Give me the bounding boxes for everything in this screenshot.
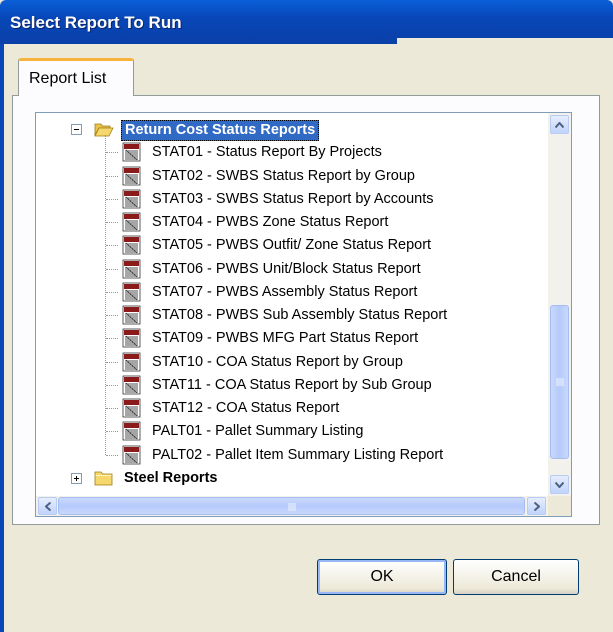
tree-report-item[interactable]: STAT03 - SWBS Status Report by Accounts: [36, 188, 548, 211]
folder-icon: [94, 470, 114, 486]
tree-report-item[interactable]: STAT09 - PWBS MFG Part Status Report: [36, 327, 548, 350]
report-icon: [122, 235, 142, 255]
expand-icon[interactable]: [71, 472, 82, 484]
tree-folder[interactable]: Return Cost Status Reports: [36, 118, 548, 141]
tree-connector: [105, 135, 106, 455]
tree-connector: [106, 408, 118, 409]
cancel-button[interactable]: Cancel: [453, 559, 579, 595]
tree-report-item[interactable]: STAT12 - COA Status Report: [36, 397, 548, 420]
tree-report-label: PALT01 - Pallet Summary Listing: [152, 423, 364, 440]
tree-connector: [106, 431, 118, 433]
report-icon: [122, 212, 142, 232]
chevron-up-icon: [555, 121, 564, 128]
tree-connector: [106, 361, 118, 363]
vertical-scroll-thumb[interactable]: [550, 305, 569, 459]
tree-report-label: STAT06 - PWBS Unit/Block Status Report: [152, 260, 421, 277]
tree-folder[interactable]: Steel Reports: [36, 467, 548, 490]
tree-report-label: STAT12 - COA Status Report: [152, 400, 340, 416]
chevron-right-icon: [533, 501, 540, 511]
tree-connector: [106, 175, 118, 177]
tree-connector: [106, 198, 118, 200]
report-icon: [122, 305, 142, 325]
tree-connector: [106, 384, 118, 386]
horizontal-scroll-thumb[interactable]: [58, 497, 525, 515]
grip-icon: [288, 503, 296, 511]
scroll-up-button[interactable]: [550, 115, 569, 134]
tree-report-item[interactable]: STAT10 - COA Status Report by Group: [36, 351, 548, 374]
report-icon: [122, 328, 142, 348]
report-tree[interactable]: Return Cost Status Reports STAT01 - Statu…: [35, 112, 572, 517]
scrollbar-corner: [548, 496, 571, 516]
tree-folder-label: Steel Reports: [124, 469, 218, 486]
tree-connector: [106, 268, 118, 270]
tree-report-label: STAT11 - COA Status Report by Sub Group: [152, 376, 432, 393]
tree-report-item[interactable]: STAT01 - Status Report By Projects: [36, 141, 548, 164]
tree-report-label: STAT10 - COA Status Report by Group: [152, 353, 403, 370]
tree-report-label: PALT02 - Pallet Item Summary Listing Rep…: [152, 446, 444, 463]
scroll-down-button[interactable]: [550, 475, 569, 494]
tree-connector: [106, 222, 118, 223]
tree-report-item[interactable]: STAT11 - COA Status Report by Sub Group: [36, 374, 548, 397]
report-icon: [122, 375, 142, 395]
report-icon: [122, 142, 142, 162]
tree-report-label: STAT02 - SWBS Status Report by Group: [152, 167, 415, 184]
report-icon: [122, 282, 142, 302]
folder-open-icon: [94, 121, 114, 137]
title-bar-notch: [397, 38, 613, 44]
chevron-left-icon: [44, 501, 51, 511]
report-icon: [122, 189, 142, 209]
tree-connector: [106, 152, 118, 154]
tree-report-item[interactable]: STAT07 - PWBS Assembly Status Report: [36, 281, 548, 304]
tree-report-label: STAT03 - SWBS Status Report by Accounts: [152, 190, 434, 207]
scroll-right-button[interactable]: [527, 497, 546, 515]
grip-icon: [556, 378, 564, 386]
ok-button[interactable]: OK: [317, 559, 447, 595]
tree-connector: [106, 315, 118, 316]
collapse-icon[interactable]: [71, 124, 82, 135]
tree-report-label: STAT07 - PWBS Assembly Status Report: [152, 283, 418, 300]
tree-report-item[interactable]: STAT04 - PWBS Zone Status Report: [36, 211, 548, 234]
report-icon: [122, 445, 142, 465]
tab-report-list[interactable]: Report List: [18, 58, 134, 96]
tree-report-item[interactable]: STAT06 - PWBS Unit/Block Status Report: [36, 258, 548, 281]
scroll-left-button[interactable]: [38, 497, 57, 515]
report-icon: [122, 421, 142, 441]
tree-report-item[interactable]: PALT02 - Pallet Item Summary Listing Rep…: [36, 444, 548, 467]
title-bar[interactable]: Select Report To Run: [0, 0, 613, 44]
tree-viewport: Return Cost Status Reports STAT01 - Statu…: [36, 113, 548, 496]
tree-connector: [106, 454, 118, 456]
tree-report-item[interactable]: STAT08 - PWBS Sub Assembly Status Report: [36, 304, 548, 327]
tree-report-label: STAT04 - PWBS Zone Status Report: [152, 214, 389, 230]
tree-report-label: STAT01 - Status Report By Projects: [152, 144, 382, 161]
vertical-scrollbar[interactable]: [548, 113, 571, 496]
tree-report-label: STAT08 - PWBS Sub Assembly Status Report: [152, 307, 448, 323]
report-icon: [122, 259, 142, 279]
window-frame-left: [0, 44, 4, 632]
tab-report-list-label: Report List: [29, 70, 107, 87]
tree-report-label: STAT05 - PWBS Outfit/ Zone Status Report: [152, 237, 432, 254]
tree-report-label: STAT09 - PWBS MFG Part Status Report: [152, 330, 419, 347]
tree-folder-label: Return Cost Status Reports: [121, 120, 320, 141]
tree-report-item[interactable]: STAT05 - PWBS Outfit/ Zone Status Report: [36, 234, 548, 257]
tree-connector: [106, 245, 118, 247]
chevron-down-icon: [555, 481, 564, 488]
tree-report-item[interactable]: STAT02 - SWBS Status Report by Group: [36, 165, 548, 188]
report-icon: [122, 398, 142, 418]
tree-report-item[interactable]: PALT01 - Pallet Summary Listing: [36, 420, 548, 443]
report-icon: [122, 166, 142, 186]
report-icon: [122, 352, 142, 372]
window-title: Select Report To Run: [10, 13, 182, 32]
tree-connector: [106, 338, 118, 340]
horizontal-scrollbar[interactable]: [36, 496, 548, 516]
tree-connector: [106, 291, 118, 293]
